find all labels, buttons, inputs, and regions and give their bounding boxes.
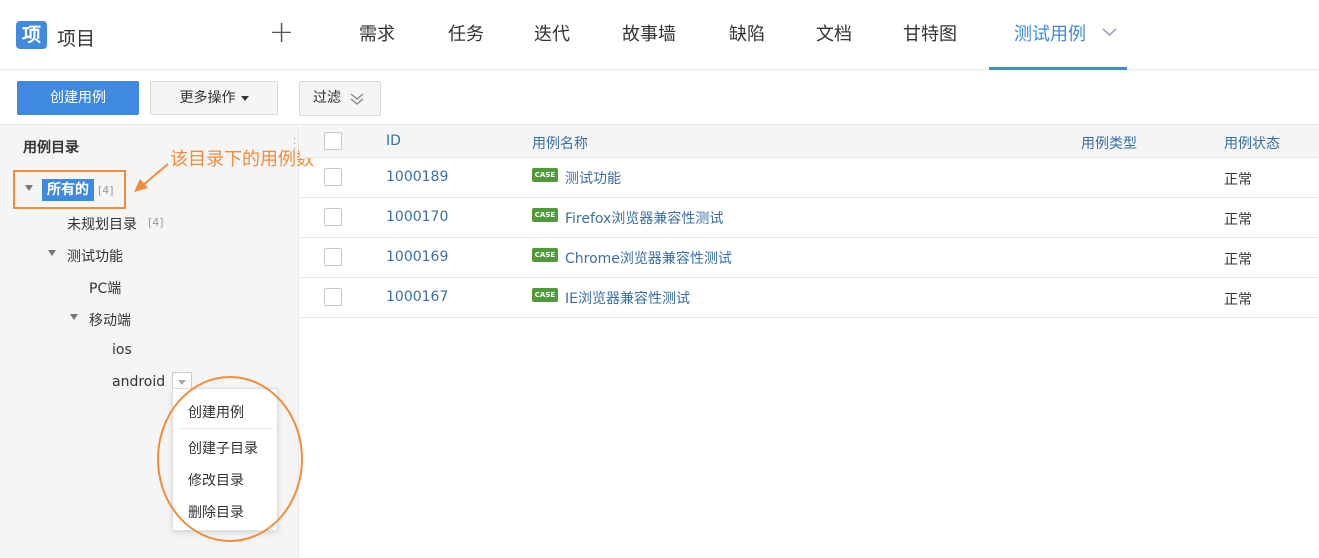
tree-node-ios[interactable]: ios <box>112 342 132 358</box>
annotation-arrow-icon <box>134 163 169 192</box>
tab-gantt[interactable]: 甘特图 <box>903 20 957 46</box>
tab-iterations[interactable]: 迭代 <box>534 20 570 46</box>
column-header-name[interactable]: 用例名称 <box>532 133 588 153</box>
row-checkbox[interactable] <box>324 288 342 306</box>
active-tab-indicator <box>989 67 1127 70</box>
case-name-link[interactable]: Firefox浏览器兼容性测试 <box>565 208 723 228</box>
sidebar-title: 用例目录 <box>23 140 79 156</box>
expand-arrow-icon[interactable] <box>48 250 56 256</box>
tab-defects[interactable]: 缺陷 <box>729 20 765 46</box>
annotation-highlight-box <box>13 170 126 209</box>
case-badge-icon: CASE <box>532 168 558 182</box>
table-row[interactable] <box>300 158 1319 198</box>
tab-requirements[interactable]: 需求 <box>359 20 395 46</box>
row-checkbox[interactable] <box>324 168 342 186</box>
tree-node-pc[interactable]: PC端 <box>89 278 121 298</box>
expand-arrow-icon[interactable] <box>70 314 78 320</box>
app-logo-icon: 项 <box>16 21 47 49</box>
tab-test-cases[interactable]: 测试用例 <box>1014 20 1086 46</box>
column-header-status[interactable]: 用例状态 <box>1224 133 1280 153</box>
tree-node-mobile[interactable]: 移动端 <box>89 310 131 330</box>
create-case-button[interactable]: 创建用例 <box>17 81 139 115</box>
case-name-link[interactable]: 测试功能 <box>565 168 621 188</box>
table-row[interactable] <box>300 198 1319 238</box>
app-title[interactable]: 项目 <box>57 24 95 51</box>
tree-node-unplanned-count: [4] <box>148 216 164 229</box>
case-status: 正常 <box>1224 172 1252 188</box>
case-badge-icon: CASE <box>532 248 558 262</box>
chevron-down-icon[interactable] <box>1101 24 1118 41</box>
case-badge-icon: CASE <box>532 208 558 222</box>
select-all-checkbox[interactable] <box>324 132 342 150</box>
table-header <box>300 124 1319 158</box>
case-name-link[interactable]: Chrome浏览器兼容性测试 <box>565 248 732 268</box>
table-row[interactable] <box>300 278 1319 318</box>
column-header-id[interactable]: ID <box>386 133 401 149</box>
column-header-type[interactable]: 用例类型 <box>1081 133 1137 153</box>
tree-node-test-function[interactable]: 测试功能 <box>67 246 123 266</box>
add-icon[interactable]: + <box>269 18 294 48</box>
case-status: 正常 <box>1224 292 1252 308</box>
row-checkbox[interactable] <box>324 248 342 266</box>
case-id[interactable]: 1000189 <box>386 169 448 185</box>
more-actions-label: 更多操作 <box>179 90 236 106</box>
case-status: 正常 <box>1224 252 1252 268</box>
caret-down-icon <box>240 95 249 101</box>
case-name-link[interactable]: IE浏览器兼容性测试 <box>565 288 690 308</box>
annotation-ellipse <box>157 376 303 542</box>
case-id[interactable]: 1000167 <box>386 289 448 305</box>
tab-tasks[interactable]: 任务 <box>448 20 484 46</box>
table-row[interactable] <box>300 238 1319 278</box>
case-id[interactable]: 1000170 <box>386 209 448 225</box>
tab-story-wall[interactable]: 故事墙 <box>622 20 676 46</box>
tab-documents[interactable]: 文档 <box>816 20 852 46</box>
filter-label: 过滤 <box>313 90 341 106</box>
tree-node-unplanned[interactable]: 未规划目录 <box>67 214 137 234</box>
filter-button[interactable]: 过滤 <box>299 81 381 116</box>
case-status: 正常 <box>1224 212 1252 228</box>
more-actions-button[interactable]: 更多操作 <box>150 81 278 115</box>
double-chevron-down-icon <box>350 93 364 105</box>
case-badge-icon: CASE <box>532 288 558 302</box>
annotation-text: 该目录下的用例数 <box>170 149 314 170</box>
case-id[interactable]: 1000169 <box>386 249 448 265</box>
row-checkbox[interactable] <box>324 208 342 226</box>
